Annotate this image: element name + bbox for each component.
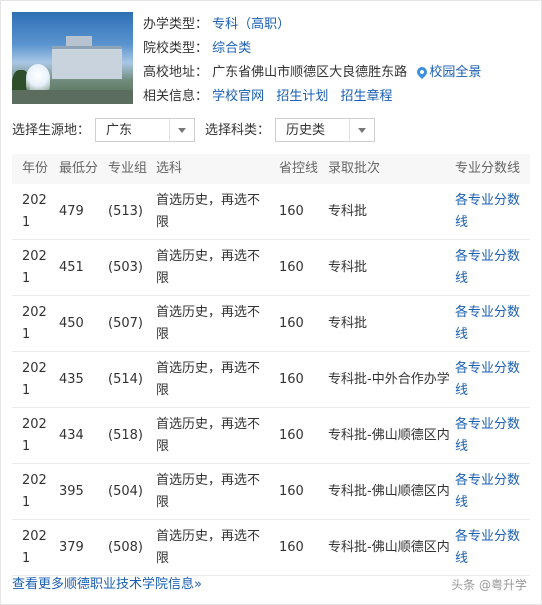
major-score-link[interactable]: 各专业分数线 bbox=[455, 520, 530, 575]
row-subject: 首选历史，再选不限 bbox=[156, 304, 261, 342]
row-year: 2021 bbox=[22, 304, 47, 342]
row-subject: 首选历史，再选不限 bbox=[156, 472, 261, 510]
row-group: (518) bbox=[108, 427, 143, 443]
chevron-down-icon[interactable] bbox=[169, 119, 194, 141]
row-province-line: 160 bbox=[279, 259, 304, 275]
location-pin-icon[interactable] bbox=[415, 64, 430, 80]
row-batch: 专科批 bbox=[328, 259, 368, 275]
row-min-score: 479 bbox=[59, 203, 84, 219]
row-min-score: 435 bbox=[59, 371, 84, 387]
row-group: (514) bbox=[108, 371, 143, 387]
header-year: 年份 bbox=[22, 161, 49, 176]
major-score-link[interactable]: 各专业分数线 bbox=[455, 184, 530, 239]
school-address-value: 广东省佛山市顺德区大良德胜东路 bbox=[212, 65, 408, 80]
row-min-score: 395 bbox=[59, 483, 84, 499]
watermark: 头条 @粤升学 bbox=[451, 578, 527, 592]
enrollment-plan-link[interactable]: 招生计划 bbox=[276, 89, 328, 104]
campus-photo[interactable] bbox=[12, 12, 133, 104]
row-batch: 专科批-佛山顺德区内 bbox=[328, 483, 450, 499]
row-batch: 专科批 bbox=[328, 203, 368, 219]
campus-tour-link[interactable]: 校园全景 bbox=[429, 65, 481, 80]
row-group: (504) bbox=[108, 483, 143, 499]
row-subject: 首选历史，再选不限 bbox=[156, 248, 261, 286]
related-info-label: 相关信息： bbox=[143, 89, 209, 104]
row-province-line: 160 bbox=[279, 483, 304, 499]
row-min-score: 450 bbox=[59, 315, 84, 331]
table-row: 2021 434 (518) 首选历史，再选不限 160 专科批-佛山顺德区内 … bbox=[12, 408, 530, 464]
school-address-row: 高校地址： 广东省佛山市顺德区大良德胜东路 校园全景 bbox=[143, 61, 481, 85]
table-row: 2021 450 (507) 首选历史，再选不限 160 专科批 各专业分数线 bbox=[12, 296, 530, 352]
row-year: 2021 bbox=[22, 528, 47, 566]
score-table: 年份 最低分 专业组 选科 省控线 录取批次 专业分数线 2021 479 (5… bbox=[12, 154, 530, 576]
row-province-line: 160 bbox=[279, 203, 304, 219]
more-info-link[interactable]: 查看更多顺德职业技术学院信息» bbox=[12, 573, 202, 592]
row-group: (513) bbox=[108, 203, 143, 219]
row-min-score: 379 bbox=[59, 539, 84, 555]
row-province-line: 160 bbox=[279, 427, 304, 443]
header-subject: 选科 bbox=[156, 161, 183, 176]
table-row: 2021 451 (503) 首选历史，再选不限 160 专科批 各专业分数线 bbox=[12, 240, 530, 296]
major-score-link[interactable]: 各专业分数线 bbox=[455, 296, 530, 351]
table-row: 2021 435 (514) 首选历史，再选不限 160 专科批-中外合作办学 … bbox=[12, 352, 530, 408]
header-province-line: 省控线 bbox=[279, 161, 319, 176]
row-min-score: 434 bbox=[59, 427, 84, 443]
major-score-link[interactable]: 各专业分数线 bbox=[455, 240, 530, 295]
school-panel: 办学类型： 专科（高职） 院校类型： 综合类 高校地址： 广东省佛山市顺德区大良… bbox=[0, 0, 542, 605]
origin-select-value: 广东 bbox=[106, 123, 133, 138]
row-province-line: 160 bbox=[279, 371, 304, 387]
header-min-score: 最低分 bbox=[59, 161, 99, 176]
row-batch: 专科批-佛山顺德区内 bbox=[328, 539, 450, 555]
row-province-line: 160 bbox=[279, 315, 304, 331]
school-type-row: 办学类型： 专科（高职） bbox=[143, 13, 481, 37]
subject-type-label: 选择科类： bbox=[205, 123, 271, 138]
major-score-link[interactable]: 各专业分数线 bbox=[455, 408, 530, 463]
row-batch: 专科批-佛山顺德区内 bbox=[328, 427, 450, 443]
row-year: 2021 bbox=[22, 248, 47, 286]
school-category-label: 院校类型： bbox=[143, 41, 209, 56]
row-year: 2021 bbox=[22, 360, 47, 398]
row-group: (503) bbox=[108, 259, 143, 275]
major-score-link[interactable]: 各专业分数线 bbox=[455, 464, 530, 519]
row-batch: 专科批-中外合作办学 bbox=[328, 371, 450, 387]
origin-select[interactable]: 广东 bbox=[95, 118, 195, 142]
row-subject: 首选历史，再选不限 bbox=[156, 192, 261, 230]
school-info: 办学类型： 专科（高职） 院校类型： 综合类 高校地址： 广东省佛山市顺德区大良… bbox=[143, 13, 481, 109]
school-category-link[interactable]: 综合类 bbox=[212, 41, 251, 56]
school-address-label: 高校地址： bbox=[143, 65, 209, 80]
table-row: 2021 379 (508) 首选历史，再选不限 160 专科批-佛山顺德区内 … bbox=[12, 520, 530, 576]
table-header: 年份 最低分 专业组 选科 省控线 录取批次 专业分数线 bbox=[12, 154, 530, 184]
enrollment-rules-link[interactable]: 招生章程 bbox=[340, 89, 392, 104]
row-year: 2021 bbox=[22, 192, 47, 230]
related-info-row: 相关信息： 学校官网 招生计划 招生章程 bbox=[143, 85, 481, 109]
major-score-link[interactable]: 各专业分数线 bbox=[455, 352, 530, 407]
school-category-row: 院校类型： 综合类 bbox=[143, 37, 481, 61]
header-batch: 录取批次 bbox=[328, 161, 381, 176]
table-row: 2021 479 (513) 首选历史，再选不限 160 专科批 各专业分数线 bbox=[12, 184, 530, 240]
row-min-score: 451 bbox=[59, 259, 84, 275]
row-subject: 首选历史，再选不限 bbox=[156, 360, 261, 398]
row-year: 2021 bbox=[22, 416, 47, 454]
header-group: 专业组 bbox=[108, 161, 148, 176]
row-subject: 首选历史，再选不限 bbox=[156, 528, 261, 566]
row-year: 2021 bbox=[22, 472, 47, 510]
row-batch: 专科批 bbox=[328, 315, 368, 331]
row-subject: 首选历史，再选不限 bbox=[156, 416, 261, 454]
origin-label: 选择生源地： bbox=[12, 123, 91, 138]
official-site-link[interactable]: 学校官网 bbox=[212, 89, 264, 104]
school-type-label: 办学类型： bbox=[143, 17, 209, 32]
row-province-line: 160 bbox=[279, 539, 304, 555]
row-group: (508) bbox=[108, 539, 143, 555]
table-row: 2021 395 (504) 首选历史，再选不限 160 专科批-佛山顺德区内 … bbox=[12, 464, 530, 520]
subject-type-select-value: 历史类 bbox=[286, 123, 326, 138]
chevron-down-icon[interactable] bbox=[349, 119, 374, 141]
subject-type-select[interactable]: 历史类 bbox=[275, 118, 375, 142]
row-group: (507) bbox=[108, 315, 143, 331]
school-type-link[interactable]: 专科（高职） bbox=[212, 17, 290, 32]
header-major-line: 专业分数线 bbox=[455, 161, 521, 176]
